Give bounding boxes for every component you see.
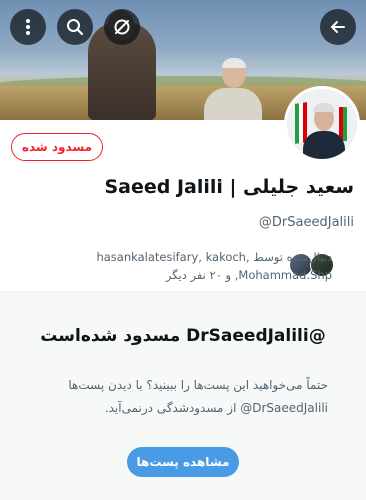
profile-avatar[interactable] <box>284 86 360 162</box>
more-options-button[interactable] <box>10 9 46 45</box>
search-button[interactable] <box>57 9 93 45</box>
followed-by-text[interactable]: دنبال‌شده توسط hasankalatesifary, kakoch… <box>32 248 332 284</box>
more-vertical-icon <box>26 19 30 35</box>
profile-handle: @DrSaeedJalili <box>258 215 354 230</box>
back-button[interactable] <box>320 9 356 45</box>
avatar-suit <box>303 131 345 159</box>
disabled-icon <box>114 19 130 35</box>
banner-person-seated <box>204 88 262 120</box>
avatar-flag-left <box>295 102 307 144</box>
search-icon <box>67 19 84 36</box>
disable-button[interactable] <box>104 9 140 45</box>
profile-display-name: سعید جلیلی | Saeed Jalili <box>104 176 354 198</box>
view-posts-button[interactable]: مشاهده پست‌ها <box>127 447 239 477</box>
avatar-hair <box>313 103 335 112</box>
blocked-button[interactable]: مسدود شده <box>11 133 103 161</box>
arrow-left-icon <box>331 21 345 33</box>
blocked-notice-description: حتماً می‌خواهید این پست‌ها را ببینید؟ با… <box>68 378 328 415</box>
blocked-notice-title: @DrSaeedJalili مسدود شده‌است <box>40 326 326 346</box>
banner-person-seated-hair <box>222 58 246 68</box>
